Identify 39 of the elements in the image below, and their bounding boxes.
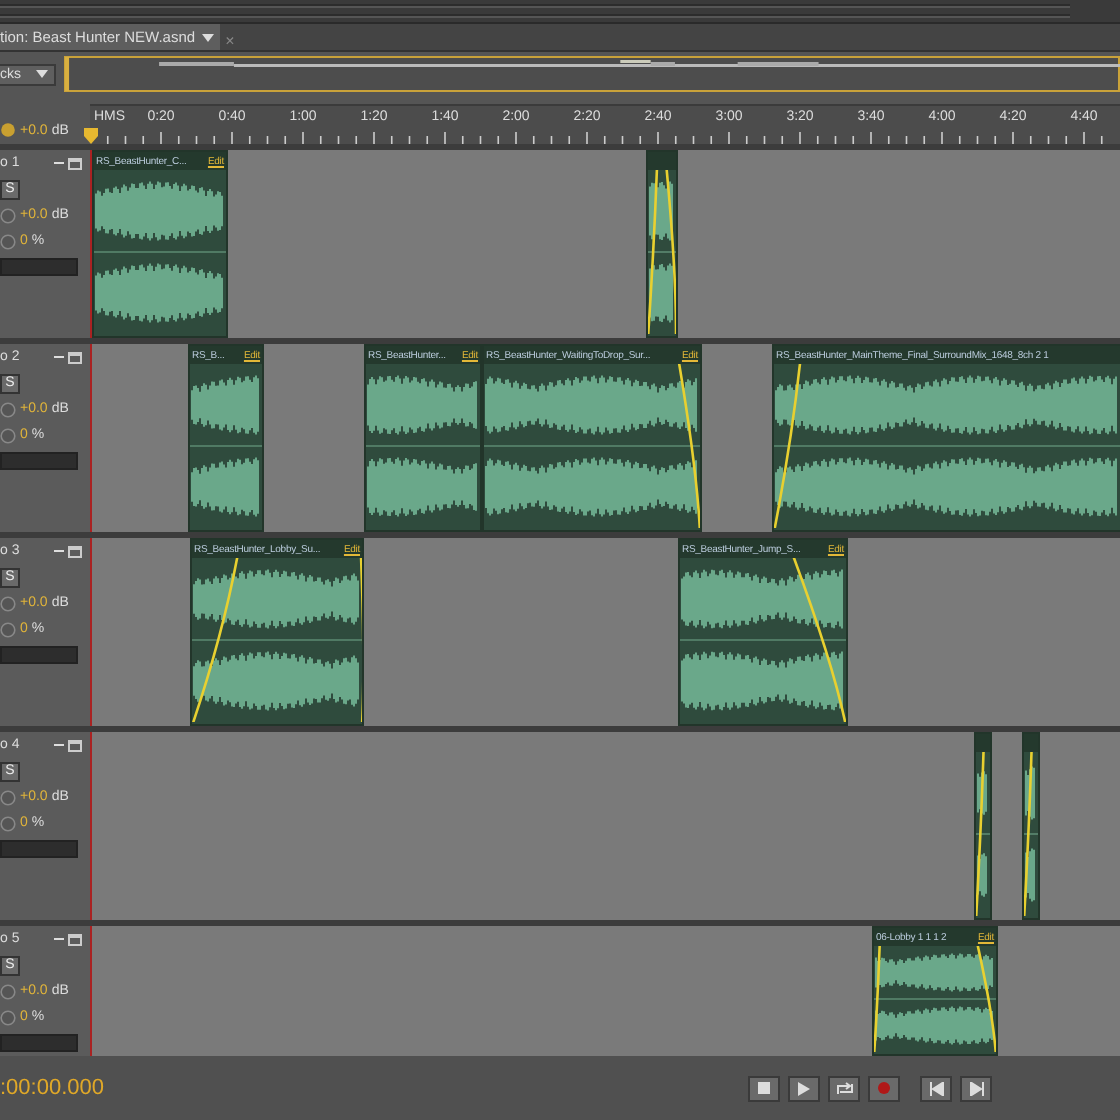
- skip-forward-button[interactable]: [960, 1075, 992, 1101]
- window-icon[interactable]: [68, 157, 82, 169]
- stop-button[interactable]: [748, 1075, 780, 1101]
- record-icon: [878, 1082, 890, 1094]
- skip-forward-icon: [969, 1081, 983, 1095]
- audio-clip[interactable]: [974, 732, 992, 920]
- skip-back-icon: [929, 1081, 943, 1095]
- loop-button[interactable]: [828, 1075, 860, 1101]
- clip-header: [648, 152, 676, 170]
- window-icon[interactable]: [68, 739, 82, 751]
- playhead-icon[interactable]: [84, 128, 98, 144]
- minimize-icon[interactable]: [54, 352, 64, 362]
- level-meter: [0, 646, 78, 664]
- overview-drawing[interactable]: [64, 56, 1120, 92]
- minimize-icon[interactable]: [54, 546, 64, 556]
- skip-back-button[interactable]: [920, 1075, 952, 1101]
- level-meter: [0, 452, 78, 470]
- level-meter: [0, 258, 78, 276]
- waveform-drawing: [874, 946, 996, 1052]
- stop-icon: [758, 1082, 770, 1094]
- caret-icon[interactable]: [201, 33, 214, 41]
- minimize-icon[interactable]: [54, 158, 64, 168]
- level-meter: [0, 1034, 78, 1052]
- level-meter: [0, 840, 78, 858]
- play-button[interactable]: [788, 1075, 820, 1101]
- window-icon[interactable]: [68, 545, 82, 557]
- audio-clip[interactable]: [1022, 732, 1040, 920]
- loop-icon: [835, 1081, 853, 1095]
- audio-clip[interactable]: [646, 150, 678, 338]
- time-display: :00:00.000: [0, 1076, 106, 1100]
- caret-icon: [36, 70, 48, 78]
- minimize-icon[interactable]: [54, 934, 64, 944]
- window-icon[interactable]: [68, 933, 82, 945]
- window-icon[interactable]: [68, 351, 82, 363]
- clip-header: [976, 734, 990, 752]
- knob-icon[interactable]: [0, 122, 16, 138]
- clip-header: [1024, 734, 1038, 752]
- minimize-icon[interactable]: [54, 740, 64, 750]
- play-icon: [798, 1081, 810, 1095]
